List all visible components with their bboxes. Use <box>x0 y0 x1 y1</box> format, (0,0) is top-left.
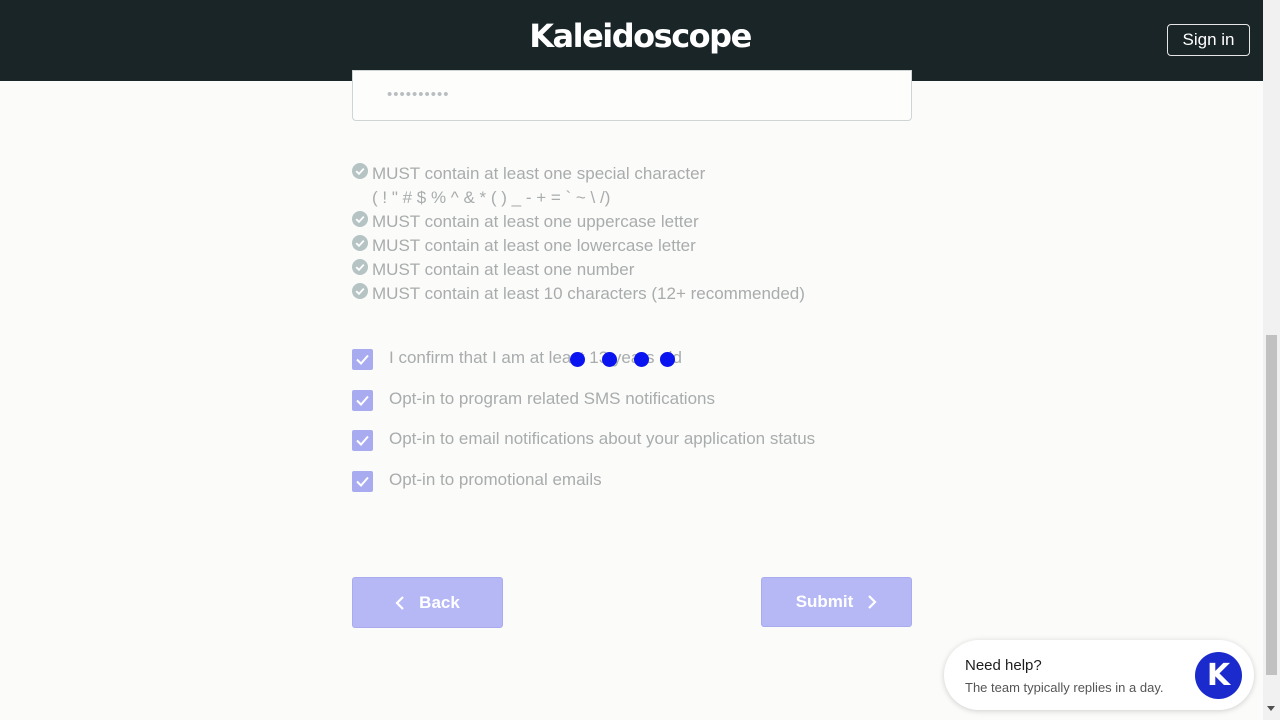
promo-email-optin-label[interactable]: Opt-in to promotional emails <box>389 470 602 490</box>
help-chat-widget[interactable]: Need help? The team typically replies in… <box>944 640 1254 710</box>
scrollbar-thumb[interactable] <box>1266 335 1277 675</box>
password-input[interactable]: •••••••••• <box>352 70 912 121</box>
submit-button[interactable]: Submit <box>761 577 912 627</box>
check-circle-icon <box>352 235 368 251</box>
age-confirmation-checkbox[interactable] <box>352 349 373 370</box>
password-rule-text: MUST contain at least one lowercase lett… <box>372 236 696 255</box>
loading-dot <box>634 352 649 367</box>
password-rule-text: MUST contain at least one uppercase lett… <box>372 212 699 231</box>
loading-dot <box>660 352 675 367</box>
special-characters-list: ( ! " # $ % ^ & * ( ) _ - + = ` ~ \ /) <box>372 188 611 207</box>
promo-email-optin-checkbox[interactable] <box>352 471 373 492</box>
sms-optin-checkbox[interactable] <box>352 390 373 411</box>
email-status-optin-option[interactable]: Opt-in to email notifications about your… <box>352 427 912 451</box>
promo-email-optin-option[interactable]: Opt-in to promotional emails <box>352 468 912 492</box>
vertical-scrollbar[interactable] <box>1263 0 1280 720</box>
password-rule-text: MUST contain at least 10 characters (12+… <box>372 284 805 303</box>
email-status-optin-checkbox[interactable] <box>352 430 373 451</box>
loading-dot <box>570 352 585 367</box>
sms-optin-option[interactable]: Opt-in to program related SMS notificati… <box>352 387 912 411</box>
loading-dot <box>602 352 617 367</box>
back-button[interactable]: Back <box>352 577 503 628</box>
submit-button-label: Submit <box>795 592 854 611</box>
top-header: Kaleidoscope Sign in <box>0 0 1263 81</box>
check-circle-icon <box>352 211 368 227</box>
loading-indicator <box>570 352 680 368</box>
password-rule-text: MUST contain at least one number <box>372 260 635 279</box>
check-circle-icon <box>352 283 368 299</box>
help-subtitle: The team typically replies in a day. <box>965 680 1164 695</box>
back-button-label: Back <box>419 592 460 612</box>
sms-optin-label[interactable]: Opt-in to program related SMS notificati… <box>389 389 715 409</box>
email-status-optin-label[interactable]: Opt-in to email notifications about your… <box>389 429 815 449</box>
check-circle-icon <box>352 163 368 179</box>
sign-in-button[interactable]: Sign in <box>1167 24 1250 56</box>
scroll-down-arrow-icon[interactable] <box>1267 706 1275 711</box>
chat-launcher-avatar[interactable]: K <box>1195 652 1242 699</box>
password-rule-text: MUST contain at least one special charac… <box>372 164 706 183</box>
chevron-right-icon <box>867 594 877 610</box>
help-title: Need help? <box>965 657 1042 674</box>
brand-logo[interactable]: Kaleidoscope <box>0 17 1280 55</box>
password-masked-value: •••••••••• <box>387 86 450 103</box>
chevron-left-icon <box>395 595 405 611</box>
check-circle-icon <box>352 259 368 275</box>
